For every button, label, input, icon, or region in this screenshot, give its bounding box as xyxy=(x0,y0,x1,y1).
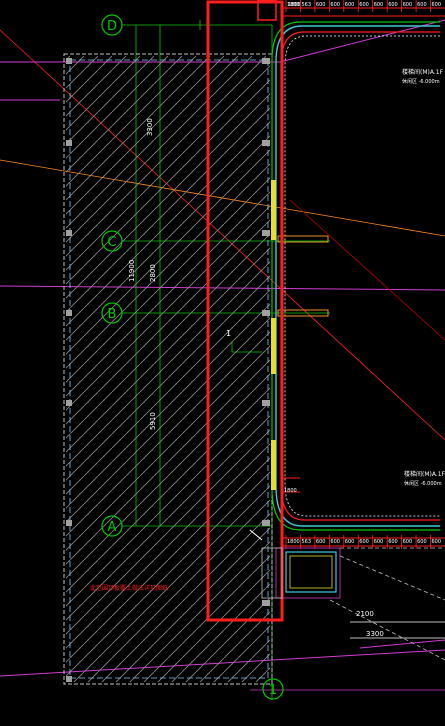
bottom-row-dim-label: 600 xyxy=(432,539,442,545)
top-row-dim-label: 600 xyxy=(388,2,398,8)
axis-b-label: B xyxy=(108,307,117,322)
section-bottom-line2: 休闲区 -6.000m xyxy=(404,480,442,487)
pit-detail xyxy=(249,529,445,661)
section-marker-1: 1 xyxy=(226,329,231,338)
top-row-dim-label: 600 xyxy=(432,2,442,8)
bottom-row-dim-label: 1800 xyxy=(287,539,300,545)
bottom-row-dim-label: 600 xyxy=(417,539,427,545)
axis-1-label: 1 xyxy=(269,683,277,698)
dim-pit-depth: 3300 xyxy=(366,630,384,638)
axis-d-label: D xyxy=(107,19,117,34)
dim-side-bottom: 1800 xyxy=(284,488,297,494)
bottom-row-dim-label: 600 xyxy=(330,539,340,545)
dim-total: 11900 xyxy=(128,260,136,282)
dim-d-c: 3300 xyxy=(146,118,154,136)
bottom-row-dim-label: 600 xyxy=(374,539,384,545)
axis-a-label: A xyxy=(108,520,117,535)
bottom-row-dim-label: 563 xyxy=(302,539,312,545)
top-dimension-labels: 1800 563 600 600 600 600 600 600 600 600 600 xyxy=(285,0,442,12)
bottom-row-dim-label: 600 xyxy=(403,539,413,545)
dim-c-b: 2800 xyxy=(149,264,157,282)
top-row-dim-label: 600 xyxy=(359,2,369,8)
dimension-rows xyxy=(281,7,445,547)
bottom-dimension-labels: 1800 563 600 600 600 600 600 600 600 600 600 xyxy=(285,535,442,549)
top-row-dim-label: 563 xyxy=(302,2,312,8)
red-note: 此范围顶板覆土做法详见图纸 xyxy=(90,584,168,592)
dim-pit-width: 2100 xyxy=(356,610,374,618)
section-top-line2: 休闲区 -6.000m xyxy=(402,78,440,85)
top-row-dim-label: 600 xyxy=(316,2,326,8)
bottom-row-dim-label: 600 xyxy=(359,539,369,545)
bottom-row-dim-label: 600 xyxy=(316,539,326,545)
section-top-line1: 楼梯间(M)A.1F xyxy=(402,68,444,76)
axis-c-label: C xyxy=(107,235,116,250)
building-outline xyxy=(271,21,440,531)
cad-drawing-canvas: D C B A 1 3300 11900 2800 5910 1800 1800… xyxy=(0,0,445,700)
top-row-dim-label: 1800 xyxy=(287,2,300,8)
top-row-dim-label: 600 xyxy=(403,2,413,8)
top-row-dim-label: 600 xyxy=(417,2,427,8)
bottom-row-dim-label: 600 xyxy=(388,539,398,545)
top-row-dim-label: 600 xyxy=(330,2,340,8)
top-row-dim-label: 600 xyxy=(345,2,355,8)
section-bottom-line1: 楼梯间(M)A.1F xyxy=(404,470,445,478)
dim-b-a: 5910 xyxy=(149,412,157,430)
bottom-row-dim-label: 600 xyxy=(345,539,355,545)
top-row-dim-label: 600 xyxy=(374,2,384,8)
